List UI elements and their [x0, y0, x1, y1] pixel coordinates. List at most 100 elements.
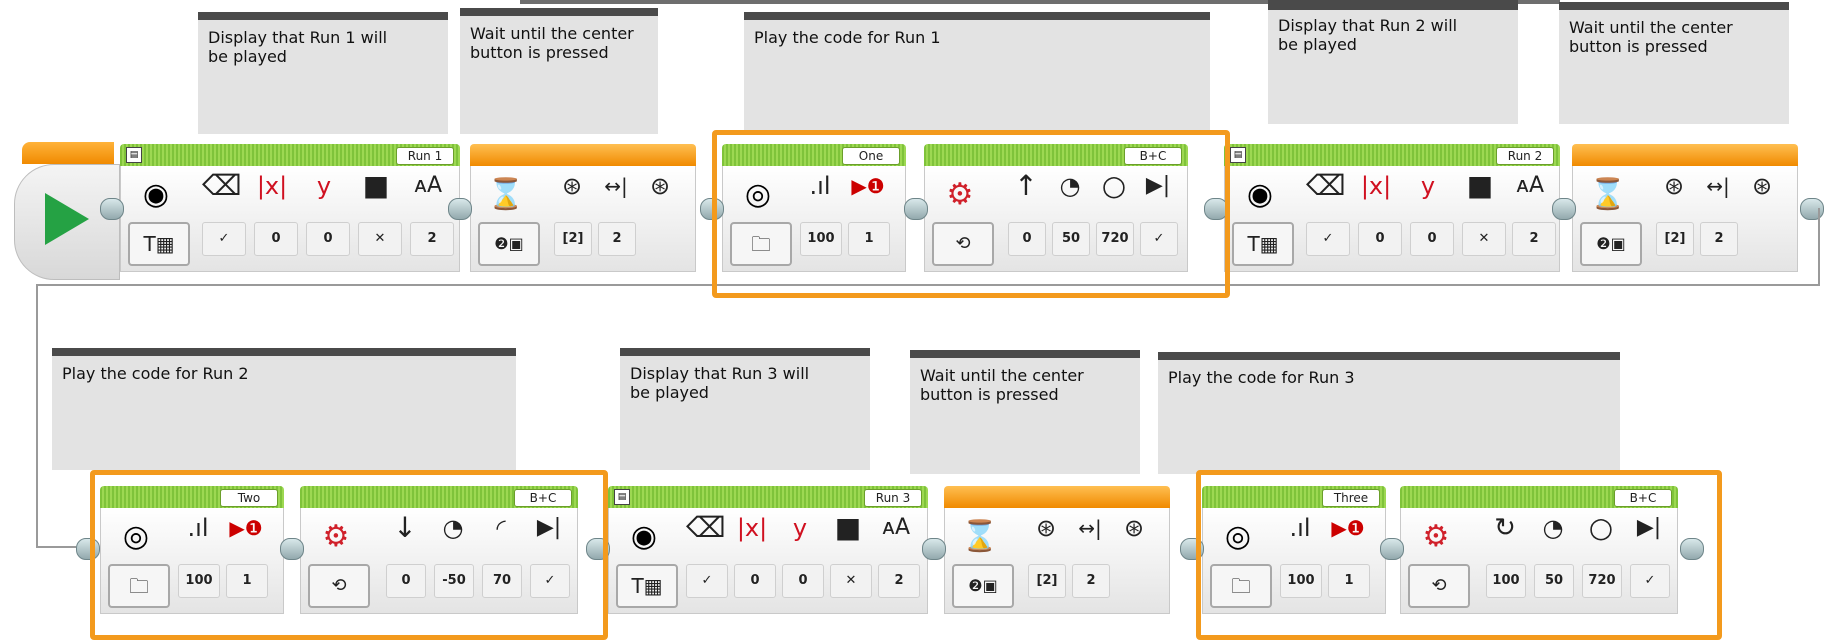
- comment-play-run3[interactable]: Play the code for Run 3: [1158, 352, 1620, 474]
- brick-button-icon: ⊛: [1663, 172, 1685, 200]
- highlight-run2-code: [90, 470, 608, 640]
- button-ids-value[interactable]: [2]: [554, 222, 592, 256]
- comment-play-run1[interactable]: Play the code for Run 1: [744, 12, 1210, 134]
- wait-block-2[interactable]: ⌛ ⊛ ↔| ⊛ ❷▣ [2] 2: [1572, 144, 1798, 272]
- comment-play-run2[interactable]: Play the code for Run 2: [52, 348, 516, 470]
- wait-mode-selector[interactable]: ❷▣: [478, 222, 540, 266]
- y-coordinate-icon: y: [792, 514, 808, 542]
- wait-block-1[interactable]: ⌛ ⊛ ↔| ⊛ ❷▣ [2] 2: [470, 144, 696, 272]
- color-icon: ■: [362, 169, 390, 202]
- font-value[interactable]: 2: [878, 564, 920, 598]
- start-tab: [22, 142, 114, 164]
- highlight-run3-code: [1196, 470, 1722, 640]
- comment-text: Play the code for Run 3: [1168, 368, 1355, 387]
- comment-display-run2[interactable]: Display that Run 2 will be played: [1268, 0, 1518, 124]
- x-value[interactable]: 0: [1358, 222, 1402, 256]
- clear-screen-value[interactable]: ✓: [686, 564, 728, 598]
- display-text-label[interactable]: Run 3: [864, 489, 922, 507]
- sequence-plug[interactable]: [100, 198, 124, 220]
- color-value[interactable]: ✕: [358, 222, 402, 256]
- x-coordinate-icon: |x|: [1360, 172, 1392, 200]
- button-ids-value[interactable]: [2]: [1656, 222, 1694, 256]
- display-mode-selector[interactable]: T▦: [616, 564, 678, 608]
- x-coordinate-icon: |x|: [736, 514, 768, 542]
- hourglass-icon: ⌛: [1589, 177, 1627, 212]
- brick-display-icon: ◉: [1246, 177, 1274, 212]
- sequence-plug[interactable]: [1552, 198, 1576, 220]
- display-text-label[interactable]: Run 2: [1496, 147, 1554, 165]
- block-comment-icon[interactable]: ▤: [126, 147, 142, 163]
- wait-mode-selector[interactable]: ❷▣: [1580, 222, 1642, 266]
- font-value[interactable]: 2: [410, 222, 454, 256]
- display-block-run2[interactable]: ▤ Run 2 ◉ ⌫ |x| y ■ ᴀA T▦ ✓ 0 0 ✕ 2: [1224, 144, 1560, 272]
- brick-display-icon: ◉: [142, 177, 170, 212]
- play-icon[interactable]: [45, 193, 89, 245]
- compare-icon: ↔|: [604, 174, 628, 198]
- color-value[interactable]: ✕: [1462, 222, 1506, 256]
- font-value[interactable]: 2: [1512, 222, 1556, 256]
- font-size-icon: ᴀA: [881, 515, 911, 540]
- comment-text: Play the code for Run 1: [754, 28, 941, 47]
- display-block-run1[interactable]: ▤ Run 1 ◉ ⌫ |x| y ■ ᴀA T▦ ✓ 0 0 ✕ 2: [120, 144, 460, 272]
- sequence-wire: [1818, 208, 1820, 284]
- comment-text: Play the code for Run 2: [62, 364, 249, 383]
- display-block-run3[interactable]: ▤ Run 3 ◉ ⌫ |x| y ■ ᴀA T▦ ✓ 0 0 ✕ 2: [608, 486, 928, 614]
- comment-text: Wait until the center button is pressed: [1569, 18, 1733, 56]
- compare-icon: ↔|: [1078, 516, 1102, 540]
- display-mode-selector[interactable]: T▦: [1232, 222, 1294, 266]
- wait-block-3[interactable]: ⌛ ⊛ ↔| ⊛ ❷▣ [2] 2: [944, 486, 1170, 614]
- brick-display-icon: ◉: [630, 519, 658, 554]
- hourglass-icon: ⌛: [961, 519, 999, 554]
- clear-screen-value[interactable]: ✓: [202, 222, 246, 256]
- sequence-plug[interactable]: [1800, 198, 1824, 220]
- x-coordinate-icon: |x|: [256, 172, 288, 200]
- comment-wait-1[interactable]: Wait until the center button is pressed: [460, 8, 658, 134]
- start-block[interactable]: [14, 142, 120, 280]
- comment-text: Wait until the center button is pressed: [470, 24, 634, 62]
- comment-text: Display that Run 1 will be played: [208, 28, 388, 66]
- comment-text: Wait until the center button is pressed: [920, 366, 1084, 404]
- color-icon: ■: [834, 511, 862, 544]
- block-comment-icon[interactable]: ▤: [614, 489, 630, 505]
- comment-text: Display that Run 3 will be played: [630, 364, 810, 402]
- result-icon: ⊛: [649, 172, 671, 200]
- x-value[interactable]: 0: [734, 564, 776, 598]
- hourglass-icon: ⌛: [487, 177, 525, 212]
- comment-wait-2[interactable]: Wait until the center button is pressed: [1559, 2, 1789, 124]
- highlight-run1-code: [712, 130, 1230, 298]
- comment-display-run3[interactable]: Display that Run 3 will be played: [620, 348, 870, 470]
- y-value[interactable]: 0: [1410, 222, 1454, 256]
- color-icon: ■: [1466, 169, 1494, 202]
- button-ids-value[interactable]: [2]: [1028, 564, 1066, 598]
- comment-display-run1[interactable]: Display that Run 1 will be played: [198, 12, 448, 134]
- font-size-icon: ᴀA: [413, 173, 443, 198]
- sequence-wire: [36, 284, 38, 546]
- wait-mode-selector[interactable]: ❷▣: [952, 564, 1014, 608]
- sequence-wire: [36, 546, 76, 548]
- sequence-plug[interactable]: [448, 198, 472, 220]
- display-text-label[interactable]: Run 1: [396, 147, 454, 165]
- block-comment-icon[interactable]: ▤: [1230, 147, 1246, 163]
- y-value[interactable]: 0: [782, 564, 824, 598]
- y-coordinate-icon: y: [1420, 172, 1436, 200]
- compare-icon: ↔|: [1706, 174, 1730, 198]
- x-value[interactable]: 0: [254, 222, 298, 256]
- start-body: [14, 164, 120, 280]
- eraser-icon: ⌫: [202, 169, 242, 202]
- compare-type-value[interactable]: 2: [598, 222, 636, 256]
- result-icon: ⊛: [1123, 514, 1145, 542]
- display-mode-selector[interactable]: T▦: [128, 222, 190, 266]
- eraser-icon: ⌫: [1306, 169, 1346, 202]
- compare-type-value[interactable]: 2: [1072, 564, 1110, 598]
- y-value[interactable]: 0: [306, 222, 350, 256]
- color-value[interactable]: ✕: [830, 564, 872, 598]
- result-icon: ⊛: [1751, 172, 1773, 200]
- eraser-icon: ⌫: [686, 511, 726, 544]
- comment-wait-3[interactable]: Wait until the center button is pressed: [910, 350, 1140, 474]
- clear-screen-value[interactable]: ✓: [1306, 222, 1350, 256]
- sequence-plug[interactable]: [922, 538, 946, 560]
- font-size-icon: ᴀA: [1515, 173, 1545, 198]
- compare-type-value[interactable]: 2: [1700, 222, 1738, 256]
- comment-text: Display that Run 2 will be played: [1278, 16, 1458, 54]
- brick-button-icon: ⊛: [561, 172, 583, 200]
